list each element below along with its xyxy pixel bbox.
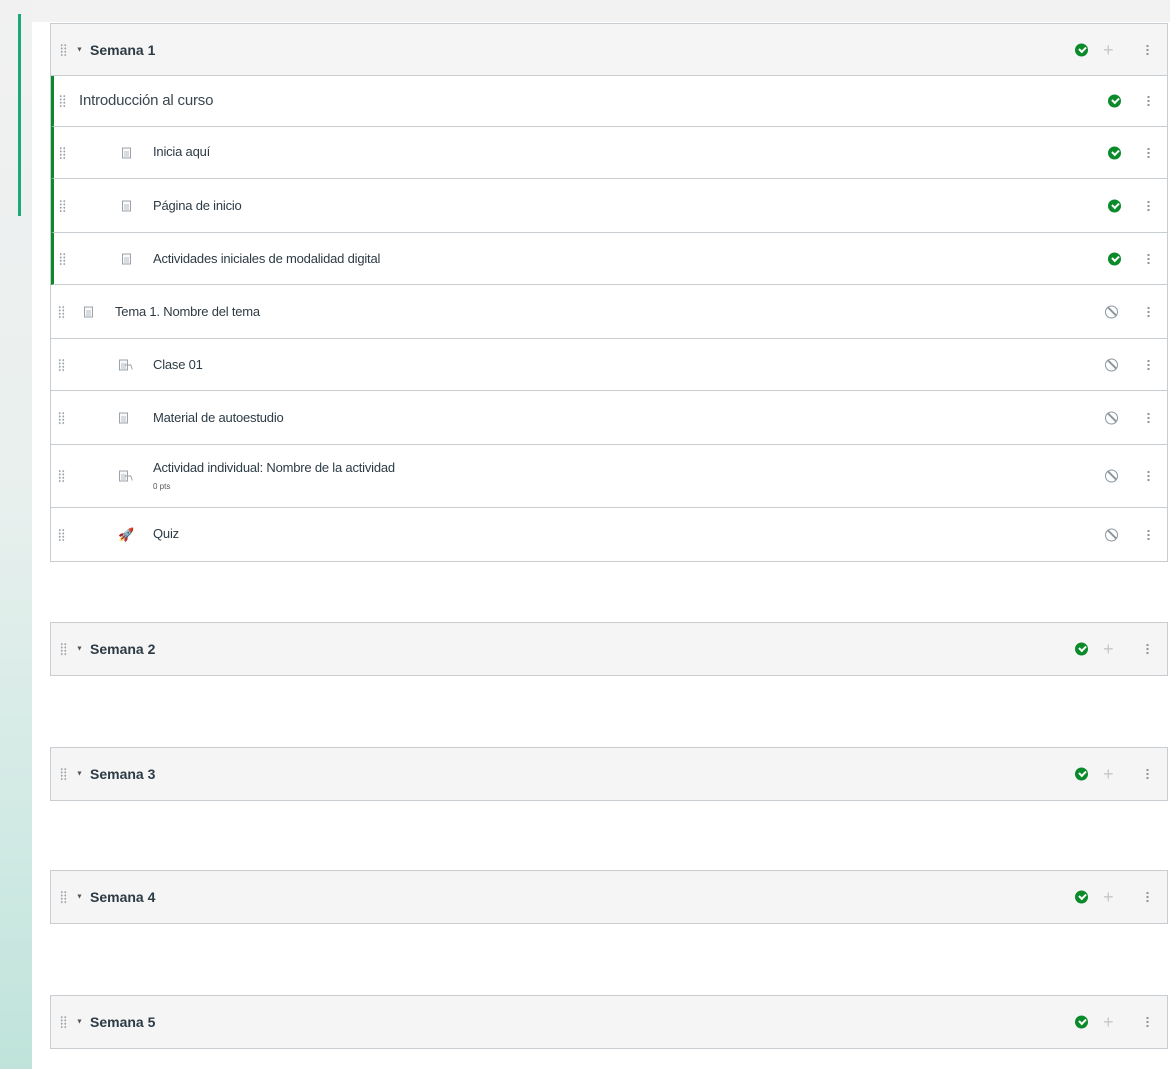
kebab-menu-icon[interactable]	[1146, 43, 1149, 56]
caret-down-icon[interactable]: ▼	[76, 894, 83, 901]
module-item[interactable]: Página de inicio	[51, 179, 1167, 233]
item-title[interactable]: Tema 1. Nombre del tema	[115, 304, 260, 319]
published-check-icon[interactable]	[1075, 767, 1088, 781]
module-title[interactable]: Semana 3	[90, 766, 155, 782]
published-check-icon[interactable]	[1075, 1015, 1088, 1029]
drag-handle-icon[interactable]	[59, 252, 66, 265]
drag-handle-icon[interactable]	[58, 469, 65, 483]
assignment-icon	[119, 470, 128, 482]
unpublished-icon[interactable]	[1105, 411, 1118, 424]
drag-handle-icon[interactable]	[59, 94, 66, 108]
drag-handle-icon[interactable]	[59, 146, 66, 159]
item-title[interactable]: Material de autoestudio	[153, 410, 284, 425]
kebab-menu-icon[interactable]	[1146, 1016, 1149, 1028]
quiz-icon: 🚀	[118, 526, 135, 542]
module-header[interactable]: ▼ Semana 4 +	[51, 871, 1167, 923]
left-sidebar-strip	[0, 0, 32, 1069]
published-check-icon[interactable]	[1075, 890, 1088, 904]
module-item[interactable]: Actividades iniciales de modalidad digit…	[51, 233, 1167, 285]
caret-down-icon[interactable]: ▼	[76, 46, 83, 53]
kebab-menu-icon[interactable]	[1147, 305, 1150, 318]
page-icon	[122, 147, 131, 158]
drag-handle-icon[interactable]	[60, 43, 67, 56]
item-title[interactable]: Introducción al curso	[79, 92, 213, 109]
module-item[interactable]: Material de autoestudio	[51, 391, 1167, 445]
module-header[interactable]: ▼ Semana 2 +	[51, 623, 1167, 675]
item-title[interactable]: Inicia aquí	[153, 144, 210, 159]
caret-down-icon[interactable]: ▼	[76, 1019, 83, 1026]
kebab-menu-icon[interactable]	[1147, 470, 1150, 482]
kebab-menu-icon[interactable]	[1147, 528, 1150, 541]
top-band	[32, 0, 1170, 22]
drag-handle-icon[interactable]	[58, 411, 65, 424]
drag-handle-icon[interactable]	[58, 358, 65, 371]
assignment-icon	[119, 359, 128, 370]
item-points: 0 pts	[153, 482, 171, 491]
drag-handle-icon[interactable]	[60, 642, 67, 656]
kebab-menu-icon[interactable]	[1147, 252, 1150, 265]
module-item[interactable]: Inicia aquí	[51, 127, 1167, 179]
unpublished-icon[interactable]	[1105, 469, 1118, 483]
published-check-icon[interactable]	[1108, 252, 1121, 265]
module-header[interactable]: ▼ Semana 1 +	[51, 24, 1167, 76]
kebab-menu-icon[interactable]	[1147, 358, 1150, 371]
unpublished-icon[interactable]	[1105, 305, 1118, 318]
kebab-menu-icon[interactable]	[1147, 95, 1150, 107]
kebab-menu-icon[interactable]	[1146, 768, 1149, 780]
kebab-menu-icon[interactable]	[1146, 891, 1149, 903]
published-check-icon[interactable]	[1108, 146, 1121, 159]
module-item[interactable]: Actividad individual: Nombre de la activ…	[51, 445, 1167, 508]
page-icon	[122, 253, 131, 264]
drag-handle-icon[interactable]	[58, 305, 65, 318]
published-check-icon[interactable]	[1075, 43, 1088, 56]
module-semana-1: ▼ Semana 1 + Introducción al curso Inici…	[50, 23, 1168, 562]
page-icon	[84, 306, 93, 317]
caret-down-icon[interactable]: ▼	[76, 646, 83, 653]
module-semana-3: ▼ Semana 3 +	[50, 747, 1168, 801]
module-semana-4: ▼ Semana 4 +	[50, 870, 1168, 924]
add-icon[interactable]: +	[1103, 888, 1114, 906]
kebab-menu-icon[interactable]	[1147, 146, 1150, 159]
add-icon[interactable]: +	[1103, 640, 1114, 658]
drag-handle-icon[interactable]	[60, 1015, 67, 1029]
kebab-menu-icon[interactable]	[1146, 643, 1149, 655]
page-icon	[119, 412, 128, 423]
module-item[interactable]: Tema 1. Nombre del tema	[51, 285, 1167, 339]
item-title[interactable]: Página de inicio	[153, 198, 242, 213]
add-icon[interactable]: +	[1103, 41, 1114, 59]
active-accent-bar	[18, 14, 21, 216]
module-item[interactable]: 🚀 Quiz	[51, 508, 1167, 561]
unpublished-icon[interactable]	[1105, 528, 1118, 541]
kebab-menu-icon[interactable]	[1147, 199, 1150, 212]
module-title[interactable]: Semana 4	[90, 889, 155, 905]
caret-down-icon[interactable]: ▼	[76, 771, 83, 778]
drag-handle-icon[interactable]	[59, 199, 66, 212]
module-semana-5: ▼ Semana 5 +	[50, 995, 1168, 1049]
module-title[interactable]: Semana 2	[90, 641, 155, 657]
module-title[interactable]: Semana 1	[90, 42, 155, 58]
module-header[interactable]: ▼ Semana 3 +	[51, 748, 1167, 800]
module-title[interactable]: Semana 5	[90, 1014, 155, 1030]
kebab-menu-icon[interactable]	[1147, 411, 1150, 424]
module-header[interactable]: ▼ Semana 5 +	[51, 996, 1167, 1048]
drag-handle-icon[interactable]	[58, 528, 65, 541]
item-title[interactable]: Clase 01	[153, 357, 203, 372]
published-check-icon[interactable]	[1108, 199, 1121, 212]
page-icon	[122, 200, 131, 211]
item-title[interactable]: Quiz	[153, 526, 179, 541]
drag-handle-icon[interactable]	[60, 767, 67, 781]
module-item[interactable]: Clase 01	[51, 339, 1167, 391]
module-item[interactable]: Introducción al curso	[51, 76, 1167, 127]
item-title[interactable]: Actividades iniciales de modalidad digit…	[153, 251, 380, 266]
add-icon[interactable]: +	[1103, 1013, 1114, 1031]
item-title[interactable]: Actividad individual: Nombre de la activ…	[153, 460, 395, 475]
published-check-icon[interactable]	[1075, 642, 1088, 656]
unpublished-icon[interactable]	[1105, 358, 1118, 371]
module-semana-2: ▼ Semana 2 +	[50, 622, 1168, 676]
drag-handle-icon[interactable]	[60, 890, 67, 904]
published-check-icon[interactable]	[1108, 94, 1121, 108]
add-icon[interactable]: +	[1103, 765, 1114, 783]
